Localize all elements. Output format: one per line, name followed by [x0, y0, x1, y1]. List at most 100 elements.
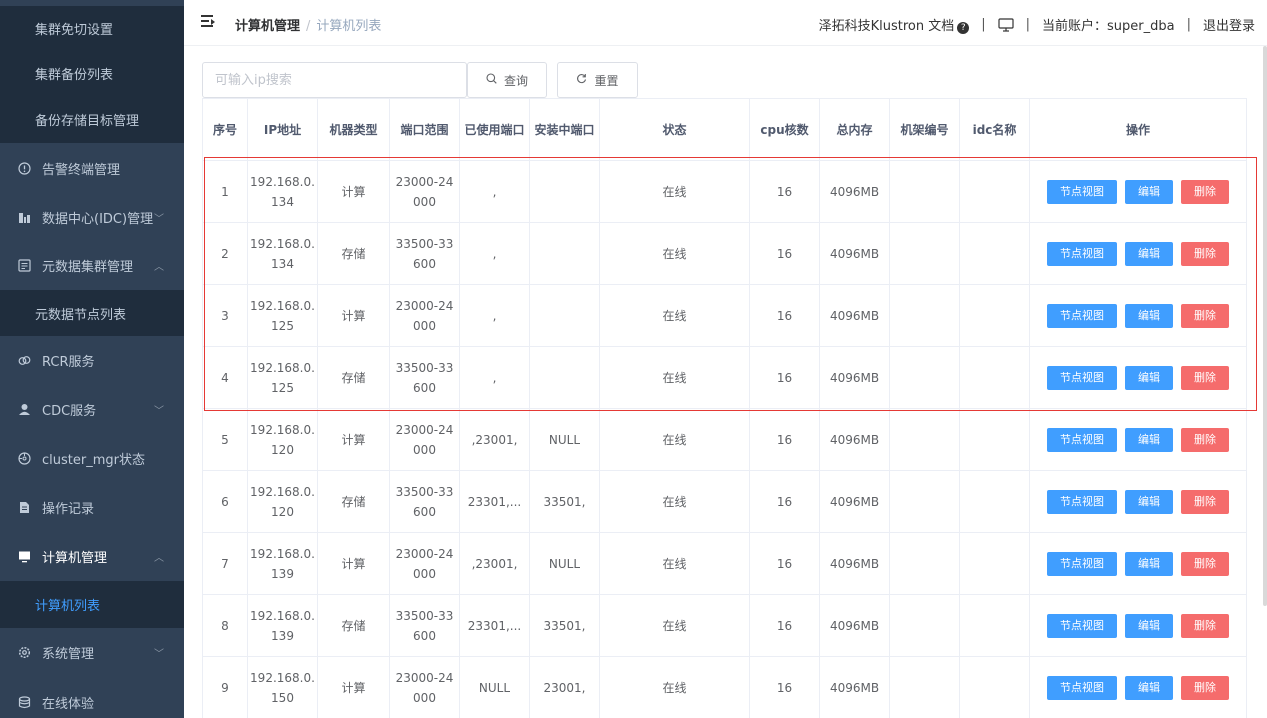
cell-idc [959, 284, 1030, 347]
delete-button[interactable]: 删除 [1181, 241, 1229, 266]
table-row: 1 192.168.0.134 计算 23000-24000, 在线 16 4096MB 节点… [202, 160, 1247, 223]
cell-status: 在线 [599, 532, 750, 595]
table-row: 4 192.168.0.125 存储 33500-33600, 在线 16 4096MB 节点… [202, 346, 1247, 409]
sidebar-item-14[interactable]: 在线体验 [0, 676, 184, 718]
cell-used: , [459, 160, 530, 223]
sidebar-item-8[interactable]: CDC服务 ﹀ [0, 384, 184, 434]
logout-button[interactable]: 退出登录 [1203, 15, 1255, 34]
sidebar-item-13[interactable]: 系统管理 ﹀ [0, 628, 184, 676]
cell-installing [529, 160, 600, 223]
search-icon [486, 73, 497, 87]
sidebar-item-2[interactable]: 备份存储目标管理 [0, 96, 184, 143]
ip-search-input[interactable] [202, 62, 467, 98]
cell-used: , [459, 284, 530, 347]
cell-idc [959, 656, 1030, 718]
sidebar-item-3[interactable]: 告警终端管理 [0, 143, 184, 193]
table-row: 6 192.168.0.120 存储 33500-33600 23301,... 3350… [202, 470, 1247, 533]
cell-cpu: 16 [749, 470, 820, 533]
delete-button[interactable]: 删除 [1181, 613, 1229, 638]
query-button[interactable]: 查询 [467, 62, 547, 98]
divider: | [1025, 17, 1031, 32]
cell-idc [959, 532, 1030, 595]
sidebar-item-12[interactable]: 计算机列表 [0, 581, 184, 628]
sidebar-item-9[interactable]: cluster_mgr状态 [0, 434, 184, 483]
delete-button[interactable]: 删除 [1181, 489, 1229, 514]
edit-button[interactable]: 编辑 [1125, 675, 1173, 700]
docs-link[interactable]: 泽拓科技Klustron 文档? [819, 15, 970, 34]
edit-button[interactable]: 编辑 [1125, 179, 1173, 204]
cell-type: 存储 [317, 594, 390, 657]
sidebar-item-1[interactable]: 集群备份列表 [0, 50, 184, 96]
sidebar-item-label: 在线体验 [42, 696, 95, 712]
reset-button[interactable]: 重置 [557, 62, 638, 98]
breadcrumb-computer-management[interactable]: 计算机管理 [235, 19, 300, 34]
column-header: 总内存 [819, 98, 890, 161]
cell-mem: 4096MB [819, 656, 890, 718]
node-view-button[interactable]: 节点视图 [1047, 613, 1117, 638]
node-view-button[interactable]: 节点视图 [1047, 427, 1117, 452]
chevron-down-icon: ﹀ [154, 648, 164, 660]
cell-ip: 192.168.0.120 [247, 408, 318, 471]
node-view-button[interactable]: 节点视图 [1047, 365, 1117, 390]
delete-button[interactable]: 删除 [1181, 551, 1229, 576]
column-header: 安装中端口 [529, 98, 600, 161]
breadcrumb-separator: / [306, 19, 311, 34]
cell-rack [889, 222, 960, 285]
edit-button[interactable]: 编辑 [1125, 551, 1173, 576]
edit-button[interactable]: 编辑 [1125, 303, 1173, 328]
sidebar-item-label: cluster_mgr状态 [42, 453, 145, 468]
sidebar-item-11[interactable]: 计算机管理 ︿ [0, 532, 184, 581]
cell-cpu: 16 [749, 656, 820, 718]
sidebar-item-label: 备份存储目标管理 [35, 114, 140, 129]
cell-cpu: 16 [749, 594, 820, 657]
vertical-scrollbar[interactable] [1263, 46, 1267, 606]
cell-idc [959, 594, 1030, 657]
divider: | [1186, 17, 1191, 32]
cell-ip: 192.168.0.120 [247, 470, 318, 533]
sidebar-item-10[interactable]: 操作记录 [0, 483, 184, 532]
edit-button[interactable]: 编辑 [1125, 427, 1173, 452]
node-view-button[interactable]: 节点视图 [1047, 489, 1117, 514]
node-view-button[interactable]: 节点视图 [1047, 675, 1117, 700]
edit-button[interactable]: 编辑 [1125, 489, 1173, 514]
cell-type: 计算 [317, 160, 390, 223]
delete-button[interactable]: 删除 [1181, 675, 1229, 700]
node-view-button[interactable]: 节点视图 [1047, 241, 1117, 266]
delete-button[interactable]: 删除 [1181, 365, 1229, 390]
cell-installing: NULL [529, 532, 600, 595]
chevron-down-icon: ﹀ [154, 405, 164, 417]
monitor-icon[interactable] [998, 17, 1014, 33]
cell-cpu: 16 [749, 408, 820, 471]
edit-button[interactable]: 编辑 [1125, 241, 1173, 266]
cell-idx: 1 [202, 160, 248, 223]
edit-button[interactable]: 编辑 [1125, 365, 1173, 390]
cell-rack [889, 346, 960, 409]
node-view-button[interactable]: 节点视图 [1047, 303, 1117, 328]
sidebar-item-label: 集群免切设置 [35, 22, 114, 38]
delete-button[interactable]: 删除 [1181, 179, 1229, 204]
sidebar-item-label: 集群备份列表 [35, 67, 114, 83]
node-view-button[interactable]: 节点视图 [1047, 179, 1117, 204]
delete-button[interactable]: 删除 [1181, 427, 1229, 452]
table-row: 3 192.168.0.125 计算 23000-24000, 在线 16 4096MB 节点… [202, 284, 1247, 347]
cell-mem: 4096MB [819, 408, 890, 471]
cell-used: , [459, 222, 530, 285]
breadcrumb: 计算机管理 / 计算机列表 [235, 15, 381, 34]
delete-button[interactable]: 删除 [1181, 303, 1229, 328]
sidebar: 集群免切设置 集群备份列表 备份存储目标管理 告警终端管理 数据中心(IDC)管理 ﹀ 元数… [0, 0, 184, 718]
cell-range: 33500-33600 [389, 346, 460, 409]
cell-rack [889, 284, 960, 347]
hamburger-menu-icon[interactable] [201, 14, 215, 28]
sidebar-item-7[interactable]: RCR服务 [0, 336, 184, 384]
sidebar-item-4[interactable]: 数据中心(IDC)管理 ﹀ [0, 193, 184, 241]
sidebar-item-label: CDC服务 [42, 403, 97, 419]
sidebar-item-5[interactable]: 元数据集群管理 ︿ [0, 241, 184, 290]
cell-idc [959, 160, 1030, 223]
sidebar-item-0[interactable]: 集群免切设置 [0, 6, 184, 50]
cell-rack [889, 408, 960, 471]
sidebar-item-label: 数据中心(IDC)管理 [42, 211, 154, 227]
sidebar-item-6[interactable]: 元数据节点列表 [0, 290, 184, 336]
node-view-button[interactable]: 节点视图 [1047, 551, 1117, 576]
cell-range: 23000-24000 [389, 532, 460, 595]
edit-button[interactable]: 编辑 [1125, 613, 1173, 638]
